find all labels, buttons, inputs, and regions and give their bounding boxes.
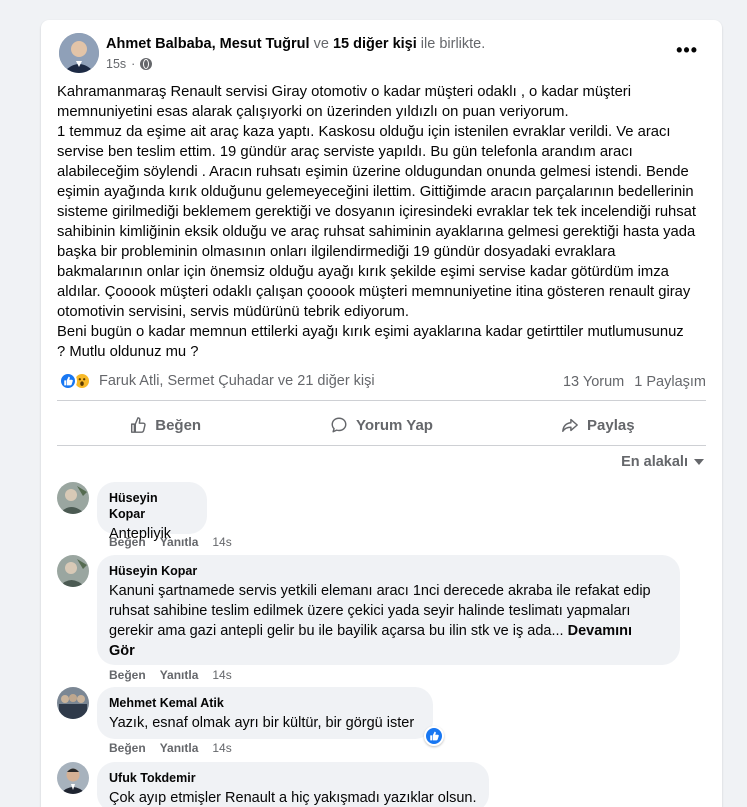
commenter-avatar[interactable]: [57, 555, 89, 587]
thumbs-up-icon: [131, 417, 146, 433]
share-count[interactable]: 1 Paylaşım: [634, 374, 706, 390]
comment-time[interactable]: 14s: [212, 535, 231, 549]
comment-bubble: Hüseyin Kopar Kanuni şartnamede servis y…: [97, 555, 680, 665]
engagement-counts: 13 Yorum 1 Paylaşım: [563, 374, 706, 390]
comment-reply-link[interactable]: Yanıtla: [160, 535, 199, 549]
like-reaction-icon: [59, 372, 77, 390]
like-button[interactable]: Beğen: [57, 406, 273, 444]
share-arrow-icon: [562, 418, 578, 433]
comment-actions: Beğen Yanıtla 14s: [109, 668, 232, 682]
post-time[interactable]: 15s: [106, 57, 126, 71]
commenter-name[interactable]: Mehmet Kemal Atik: [109, 695, 421, 711]
comment-time[interactable]: 14s: [212, 668, 231, 682]
others-link[interactable]: 15 diğer kişi: [333, 36, 417, 52]
divider: [57, 445, 706, 446]
comment-count[interactable]: 13 Yorum: [563, 374, 624, 390]
reactors-text[interactable]: Faruk Atli, Sermet Çuhadar ve 21 diğer k…: [99, 373, 375, 389]
commenter-avatar[interactable]: [57, 762, 89, 794]
comment-reply-link[interactable]: Yanıtla: [160, 668, 199, 682]
comment-like-link[interactable]: Beğen: [109, 741, 146, 755]
comment-button[interactable]: Yorum Yap: [273, 406, 489, 444]
comment-text: Yazık, esnaf olmak ayrı bir kültür, bir …: [109, 715, 415, 731]
divider: [57, 400, 706, 401]
comment-actions: Beğen Yanıtla 14s: [109, 741, 232, 755]
commenter-name[interactable]: Hüseyin Kopar: [109, 563, 668, 579]
commenter-name[interactable]: Hüseyin Kopar: [109, 490, 195, 522]
post-meta: 15s ·: [106, 57, 153, 71]
comment-text: Kanuni şartnamede servis yetkili elemanı…: [109, 583, 651, 659]
share-button[interactable]: Paylaş: [490, 406, 706, 444]
chevron-down-icon: [694, 459, 704, 465]
comment-bubble: Mehmet Kemal Atik Yazık, esnaf olmak ayr…: [97, 687, 433, 739]
comment-sort-dropdown[interactable]: En alakalı: [621, 454, 704, 470]
tagged-user[interactable]: Mesut Tuğrul: [220, 36, 310, 52]
author-avatar[interactable]: [59, 33, 99, 73]
post-author-line: Ahmet Balbaba, Mesut Tuğrul ve 15 diğer …: [106, 36, 486, 52]
globe-icon: [140, 58, 153, 70]
comment-time[interactable]: 14s: [212, 741, 231, 755]
post-card: Ahmet Balbaba, Mesut Tuğrul ve 15 diğer …: [41, 20, 722, 807]
commenter-name[interactable]: Ufuk Tokdemir: [109, 770, 477, 786]
comment-like-link[interactable]: Beğen: [109, 535, 146, 549]
comment-bubble: Hüseyin Kopar Antepliyik: [97, 482, 207, 542]
comment-bubble: Ufuk Tokdemir Çok ayıp etmişler Renault …: [97, 762, 489, 807]
comment-like-reaction-icon[interactable]: [424, 726, 444, 746]
speech-bubble-icon: [331, 417, 347, 433]
reaction-summary[interactable]: Faruk Atli, Sermet Çuhadar ve 21 diğer k…: [59, 372, 375, 390]
comment-reply-link[interactable]: Yanıtla: [160, 741, 199, 755]
commenter-avatar[interactable]: [57, 687, 89, 719]
author-name[interactable]: Ahmet Balbaba: [106, 36, 212, 52]
comment-actions: Beğen Yanıtla 14s: [109, 535, 232, 549]
comment-like-link[interactable]: Beğen: [109, 668, 146, 682]
commenter-avatar[interactable]: [57, 482, 89, 514]
more-options-button[interactable]: •••: [676, 40, 698, 61]
post-body: Kahramanmaraş Renault servisi Giray otom…: [57, 84, 697, 360]
post-actions: Beğen Yorum Yap Paylaş: [57, 406, 706, 444]
comment-text: Çok ayıp etmişler Renault a hiç yakışmad…: [109, 790, 477, 806]
